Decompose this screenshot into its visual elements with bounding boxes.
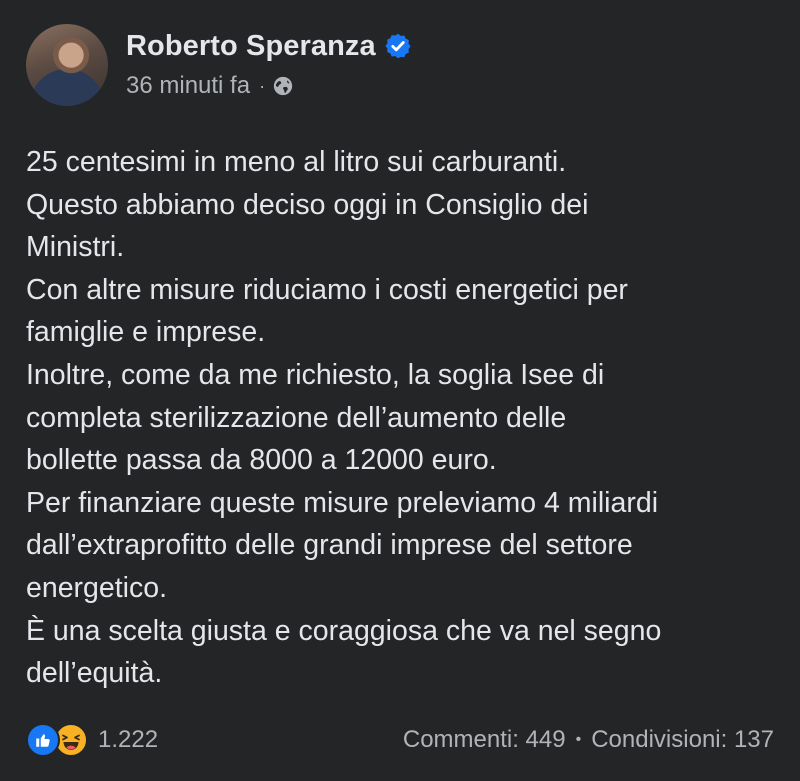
- laughing-face-icon: [57, 726, 85, 754]
- post-line: Ministri.: [26, 231, 125, 264]
- thumbs-up-icon: [36, 734, 50, 747]
- stats-separator: •: [575, 731, 582, 748]
- post-footer: 1.222 Commenti: 449 • Condivisioni: 137: [26, 718, 774, 762]
- comments-count[interactable]: Commenti: 449: [403, 726, 566, 754]
- post-line: Questo abbiamo deciso oggi in Consiglio …: [26, 188, 589, 221]
- post-line: dall’extraprofitto delle grandi imprese …: [26, 529, 633, 562]
- separator-dot: ·: [259, 75, 266, 96]
- post-line: bollette passa da 8000 a 12000 euro.: [26, 444, 497, 477]
- like-icon: [26, 723, 60, 757]
- post-body: 25 centesimi in meno al litro sui carbur…: [26, 141, 786, 695]
- verified-badge-icon: [385, 33, 411, 59]
- post-line: È una scelta giusta e coraggiosa che va …: [26, 614, 662, 647]
- author-meta: Roberto Speranza 36 minuti fa ·: [126, 26, 412, 100]
- author-name-row: Roberto Speranza: [126, 26, 412, 66]
- facebook-post: Roberto Speranza 36 minuti fa · 25 cente…: [0, 0, 800, 781]
- post-line: energetico.: [26, 571, 168, 604]
- shares-count[interactable]: Condivisioni: 137: [591, 726, 774, 754]
- globe-icon[interactable]: [272, 75, 294, 97]
- post-line: completa sterilizzazione dell’aumento de…: [26, 401, 567, 434]
- post-header: Roberto Speranza 36 minuti fa ·: [26, 24, 412, 106]
- author-avatar[interactable]: [26, 24, 108, 106]
- author-name[interactable]: Roberto Speranza: [126, 30, 376, 63]
- post-line: famiglie e imprese.: [26, 316, 266, 349]
- post-line: Per finanziare queste misure preleviamo …: [26, 486, 659, 519]
- post-line: dell’equità.: [26, 657, 163, 690]
- post-line: Inoltre, come da me richiesto, la soglia…: [26, 358, 605, 391]
- post-line: 25 centesimi in meno al litro sui carbur…: [26, 146, 567, 178]
- post-timestamp[interactable]: 36 minuti fa: [126, 72, 250, 100]
- reaction-count: 1.222: [98, 726, 159, 753]
- post-time-row: 36 minuti fa ·: [126, 72, 412, 100]
- post-line: Con altre misure riduciamo i costi energ…: [26, 273, 628, 306]
- post-stats: Commenti: 449 • Condivisioni: 137: [403, 726, 774, 754]
- reactions-summary[interactable]: 1.222: [26, 723, 158, 757]
